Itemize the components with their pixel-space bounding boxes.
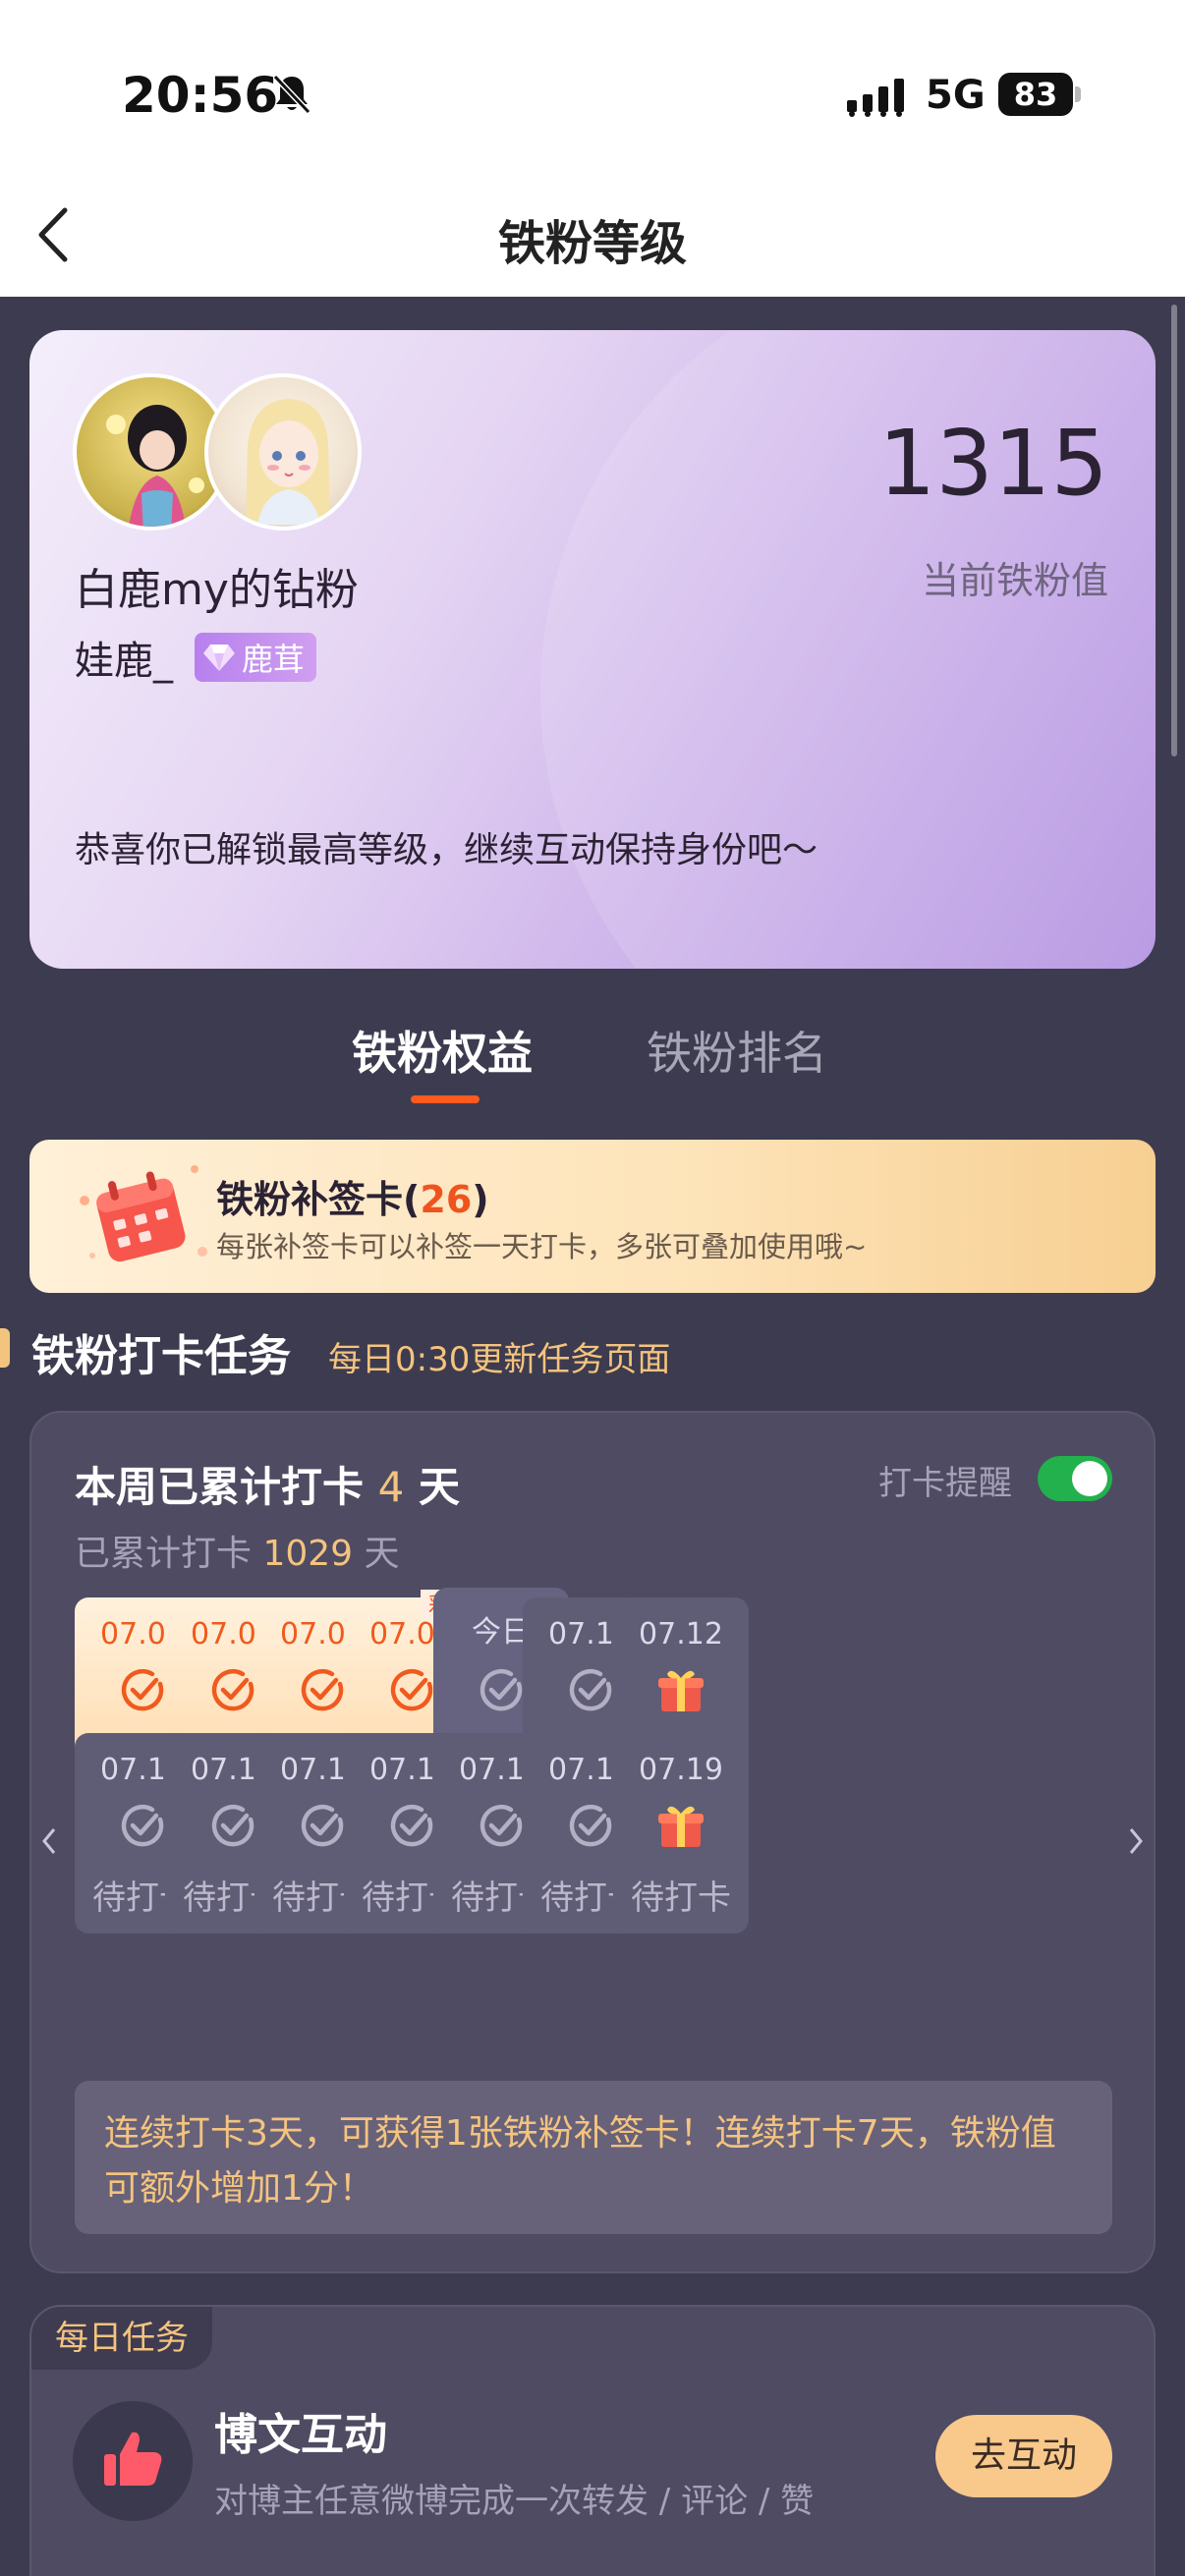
blogger-avatar[interactable] (204, 373, 362, 531)
checkin-day-status: 待打卡 (631, 1878, 731, 1918)
chevron-left-icon[interactable] (39, 1823, 59, 1859)
task-title: 博文互动 (214, 2410, 387, 2460)
status-bar: 20:56 5G 83 (0, 0, 1185, 157)
gift-icon (655, 1664, 706, 1715)
check-circle-icon (476, 1800, 527, 1851)
total-suffix: 天 (364, 1534, 400, 1574)
check-circle-icon (565, 1800, 616, 1851)
bell-off-icon (272, 74, 311, 115)
go-interact-button[interactable]: 去互动 (935, 2415, 1112, 2497)
check-circle-icon (207, 1664, 258, 1715)
nav-bar: 铁粉等级 (0, 177, 1185, 295)
gem-icon (203, 644, 235, 671)
daily-task-card: 每日任务 博文互动 对博主任意微博完成一次转发 / 评论 / 赞 去互动 (29, 2305, 1156, 2576)
week-count: 4 (377, 1463, 405, 1511)
checkin-panel: 本周已累计打卡 4 天 已累计打卡 1029 天 打卡提醒 07.06已领07.… (29, 1411, 1156, 2273)
section-accent-bar (0, 1328, 10, 1368)
tab-indicator (411, 1095, 480, 1103)
total-count: 1029 (262, 1534, 354, 1574)
section-subtitle: 每日0:30更新任务页面 (328, 1340, 671, 1379)
status-time: 20:56 (122, 67, 279, 124)
scrollbar[interactable] (1171, 305, 1177, 756)
thumbs-up-icon (104, 2432, 162, 2486)
network-type: 5G (926, 73, 986, 118)
fan-score: 1315 (877, 411, 1108, 516)
level-badge: 鹿茸 (195, 633, 317, 682)
makeup-card-count: 26 (420, 1178, 473, 1221)
makeup-card-title-text: 铁粉补签卡 (216, 1178, 404, 1221)
congrats-message: 恭喜你已解锁最高等级，继续互动保持身份吧～ (75, 830, 818, 870)
user-name: 娃鹿_ (75, 639, 173, 684)
blogger-avatar-illustration (246, 399, 330, 525)
check-circle-icon (117, 1664, 168, 1715)
makeup-card-banner[interactable]: 铁粉补签卡(26) 每张补签卡可以补签一天打卡，多张可叠加使用哦~ (29, 1140, 1156, 1293)
fan-title: 白鹿my的钻粉 (75, 565, 359, 615)
checkin-tip: 连续打卡3天，可获得1张铁粉补签卡！连续打卡7天，铁粉值可额外增加1分！ (75, 2081, 1112, 2234)
reminder-toggle[interactable] (1038, 1456, 1112, 1501)
checkin-day[interactable]: 07.19 待打卡 (613, 1733, 749, 1933)
week-suffix: 天 (419, 1463, 461, 1511)
makeup-card-desc: 每张补签卡可以补签一天打卡，多张可叠加使用哦~ (216, 1230, 868, 1263)
calendar-icon (80, 1165, 207, 1262)
check-circle-icon (297, 1800, 348, 1851)
check-circle-icon (386, 1800, 437, 1851)
page-title: 铁粉等级 (497, 216, 687, 271)
battery-icon: 83 (998, 73, 1081, 116)
total-prefix: 已累计打卡 (75, 1534, 253, 1574)
daily-task-tag: 每日任务 (31, 2307, 212, 2370)
week-checkin-summary: 本周已累计打卡 4 天 (75, 1454, 460, 1514)
tab-benefits[interactable]: 铁粉权益 (352, 1018, 533, 1083)
checkin-day-date: 07.12 (639, 1617, 723, 1652)
badge-label: 鹿茸 (242, 641, 306, 678)
check-circle-icon (386, 1664, 437, 1715)
signal-icon (847, 79, 904, 118)
check-circle-icon (207, 1800, 258, 1851)
makeup-card-title: 铁粉补签卡(26) (216, 1178, 489, 1221)
battery-nub (1075, 86, 1081, 102)
check-circle-icon (565, 1664, 616, 1715)
task-desc: 对博主任意微博完成一次转发 / 评论 / 赞 (214, 2482, 815, 2521)
total-checkin-summary: 已累计打卡 1029 天 (75, 1525, 400, 1576)
tab-ranking[interactable]: 铁粉排名 (647, 1018, 827, 1083)
task-icon (73, 2401, 193, 2521)
gift-icon (655, 1800, 706, 1851)
week-prefix: 本周已累计打卡 (75, 1463, 365, 1511)
section-title: 铁粉打卡任务 (31, 1331, 291, 1381)
toggle-knob (1072, 1461, 1107, 1496)
battery-level: 83 (998, 73, 1073, 116)
check-circle-icon (476, 1664, 527, 1715)
check-circle-icon (297, 1664, 348, 1715)
profile-card: 白鹿my的钻粉 娃鹿_ 鹿茸 1315 当前铁粉值 恭喜你已解锁最高等级，继续互… (29, 330, 1156, 969)
chevron-right-icon[interactable] (1126, 1823, 1146, 1859)
fan-score-label: 当前铁粉值 (921, 559, 1108, 602)
checkin-day-date: 07.19 (639, 1753, 723, 1787)
check-circle-icon (117, 1800, 168, 1851)
reminder-label: 打卡提醒 (878, 1464, 1012, 1503)
